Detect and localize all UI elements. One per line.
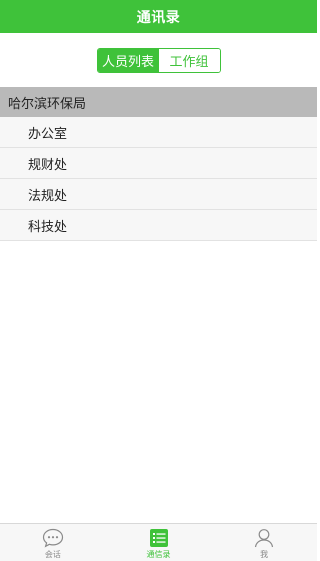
tab-contacts[interactable]: 通信录 (106, 524, 212, 561)
chat-bubble-icon (42, 528, 64, 548)
nav-bar: 通讯录 (0, 0, 317, 33)
list-item-office[interactable]: 办公室 (0, 117, 317, 148)
tab-me-label: 我 (260, 550, 269, 559)
tab-me[interactable]: 我 (211, 524, 317, 561)
tab-contacts-label: 通信录 (146, 550, 171, 559)
tab-chat[interactable]: 会话 (0, 524, 106, 561)
group-header[interactable]: 哈尔滨环保局 (0, 87, 317, 117)
segmented-control-wrapper: 人员列表 工作组 (0, 48, 317, 73)
segment-people-list[interactable]: 人员列表 (97, 49, 159, 72)
list-icon (148, 528, 170, 548)
segment-work-group[interactable]: 工作组 (158, 49, 220, 72)
segmented-control: 人员列表 工作组 (96, 48, 221, 73)
tab-chat-label: 会话 (44, 550, 61, 559)
list-item-technology[interactable]: 科技处 (0, 210, 317, 241)
page-title: 通讯录 (136, 9, 181, 26)
list-item-planning-finance[interactable]: 规财处 (0, 148, 317, 179)
tab-bar: 会话 通信录 我 (0, 523, 317, 561)
list-item-regulations[interactable]: 法规处 (0, 179, 317, 210)
department-list: 哈尔滨环保局 办公室 规财处 法规处 科技处 (0, 87, 317, 241)
person-icon (253, 528, 275, 548)
